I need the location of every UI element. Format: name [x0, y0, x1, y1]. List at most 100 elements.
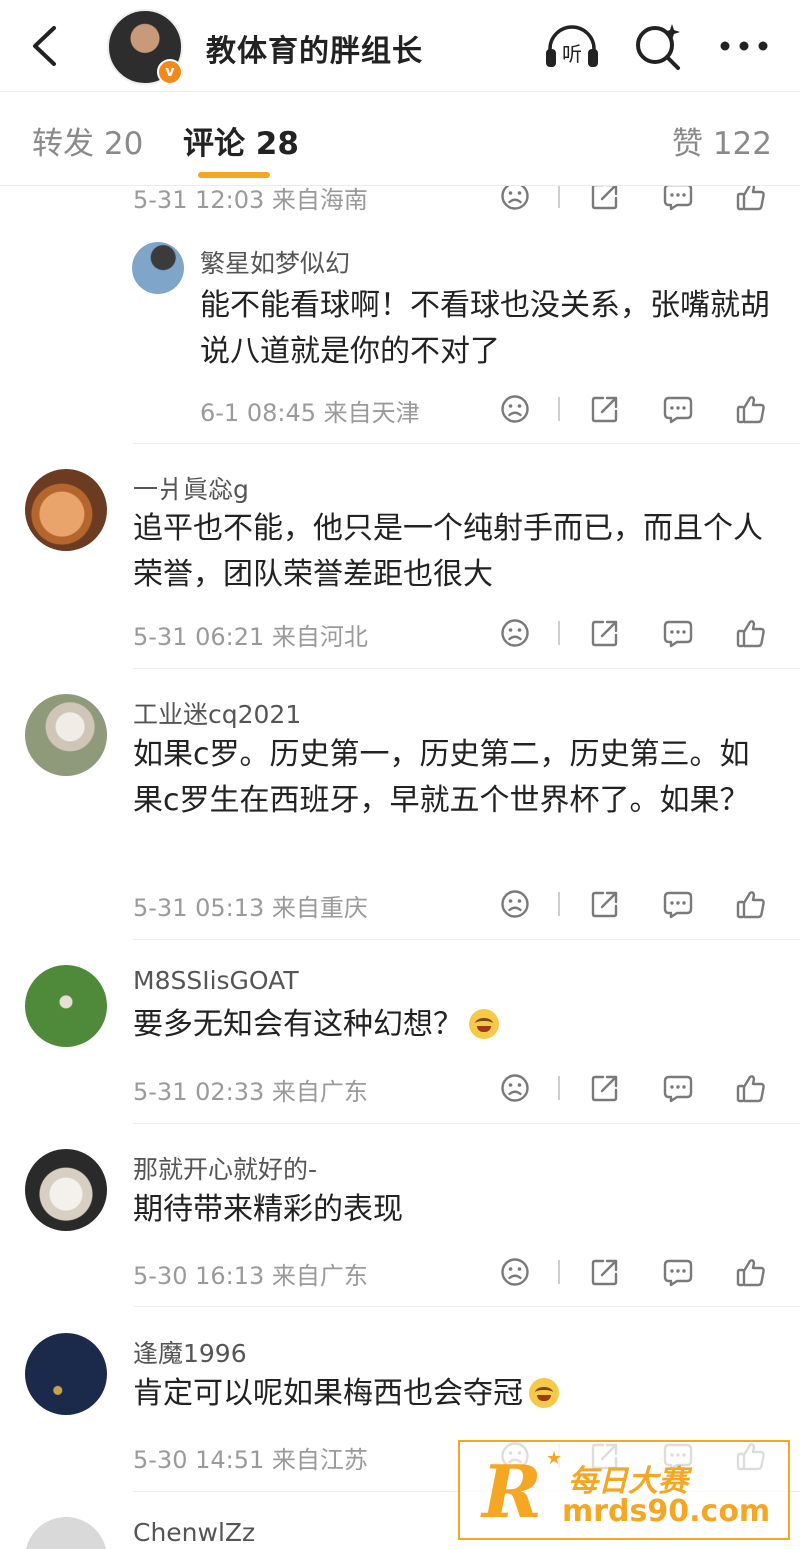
commenter-username[interactable]: 那就开心就好的- [133, 1150, 317, 1186]
dislike-icon [501, 1258, 529, 1286]
action-separator [549, 186, 569, 216]
reply-button[interactable] [658, 389, 698, 429]
reply-button[interactable] [658, 613, 698, 653]
comment-divider [133, 443, 800, 444]
dislike-button[interactable] [495, 1068, 535, 1108]
comment-meta: 5-31 05:13 来自重庆 [133, 894, 368, 922]
reply-button[interactable] [658, 1252, 698, 1292]
comment-icon [663, 1259, 693, 1287]
like-icon [736, 396, 765, 424]
share-icon [591, 891, 618, 918]
back-button[interactable] [22, 20, 66, 72]
more-icon [720, 41, 768, 51]
comment-text-content: 要多无知会有这种幻想？ [133, 1007, 463, 1042]
reply-button[interactable] [658, 186, 698, 216]
repost-button[interactable] [585, 186, 625, 216]
comment-meta-row: 5-30 16:13 来自广东 [133, 1252, 800, 1292]
comment-divider [133, 1123, 800, 1124]
tab-reposts[interactable]: 转发 20 [32, 118, 143, 163]
comment-icon [663, 1075, 693, 1103]
comment-meta-row: 5-31 12:03 来自海南 [133, 186, 800, 216]
like-button[interactable] [731, 1068, 771, 1108]
commenter-avatar[interactable] [25, 694, 107, 776]
like-icon [736, 620, 765, 648]
commenter-avatar[interactable] [25, 965, 107, 1047]
dislike-icon [501, 1074, 529, 1102]
watermark-logo: R ★ 每日大赛 mrds90.com [458, 1440, 790, 1540]
comment-divider [133, 939, 800, 940]
author-avatar[interactable]: v [107, 9, 183, 85]
action-separator [549, 613, 569, 653]
active-tab-indicator [198, 172, 270, 178]
commenter-username[interactable]: 一爿眞惢g [133, 470, 249, 506]
repost-button[interactable] [585, 389, 625, 429]
verified-badge: v [157, 59, 183, 85]
reply-button[interactable] [658, 1068, 698, 1108]
comment-text: 肯定可以呢如果梅西也会夺冠 [133, 1371, 778, 1417]
dislike-button[interactable] [495, 186, 535, 216]
reply-username[interactable]: 繁星如梦似幻 [200, 244, 350, 280]
repost-button[interactable] [585, 1252, 625, 1292]
like-button[interactable] [731, 613, 771, 653]
like-icon [736, 186, 765, 211]
comment-meta: 5-31 06:21 来自河北 [133, 623, 368, 651]
like-icon [736, 891, 765, 919]
comment-meta-row: 5-31 05:13 来自重庆 [133, 884, 800, 924]
comment-meta-row: 5-31 02:33 来自广东 [133, 1068, 800, 1108]
more-button[interactable] [714, 16, 774, 76]
comment-divider [133, 668, 800, 669]
laugh-cry-emoji-icon [529, 1378, 559, 1408]
comment-meta: 5-30 14:51 来自江苏 [133, 1446, 368, 1474]
commenter-username[interactable]: 逢魔1996 [133, 1334, 247, 1370]
reply-meta-row: 6-1 08:45 来自天津 [200, 389, 800, 429]
author-name[interactable]: 教体育的胖组长 [206, 26, 423, 70]
top-navigation-bar: v 教体育的胖组长 听 [0, 0, 800, 92]
repost-button[interactable] [585, 613, 625, 653]
back-icon [33, 26, 56, 66]
dislike-button[interactable] [495, 884, 535, 924]
listen-label: 听 [562, 42, 582, 66]
tab-comments[interactable]: 评论 28 [183, 118, 299, 163]
dislike-button[interactable] [495, 1252, 535, 1292]
reply-avatar[interactable] [132, 242, 184, 294]
repost-button[interactable] [585, 1068, 625, 1108]
search-button[interactable] [628, 16, 688, 76]
like-icon [736, 1259, 765, 1287]
tab-likes[interactable]: 赞 122 [672, 118, 772, 163]
like-button[interactable] [731, 884, 771, 924]
share-icon [591, 1075, 618, 1102]
share-icon [591, 396, 618, 423]
comment-text: 要多无知会有这种幻想？ [133, 1002, 778, 1048]
dislike-button[interactable] [495, 389, 535, 429]
commenter-username[interactable]: 工业迷cq2021 [133, 695, 301, 731]
comment-list[interactable]: 5-31 12:03 来自海南 繁星如梦似幻 能不能看球啊！不看球也没关系，张嘴… [0, 186, 800, 1549]
commenter-avatar[interactable] [25, 469, 107, 551]
comment-meta: 5-31 02:33 来自广东 [133, 1078, 368, 1106]
comment-divider [133, 1306, 800, 1307]
reply-meta: 6-1 08:45 来自天津 [200, 399, 420, 427]
dislike-button[interactable] [495, 613, 535, 653]
comment-icon [663, 186, 693, 211]
like-button[interactable] [731, 389, 771, 429]
like-button[interactable] [731, 1252, 771, 1292]
repost-button[interactable] [585, 884, 625, 924]
listen-button[interactable]: 听 [542, 16, 602, 76]
commenter-username[interactable]: ChenwlZz [133, 1518, 255, 1547]
commenter-avatar[interactable] [25, 1149, 107, 1231]
dislike-icon [501, 890, 529, 918]
action-separator [549, 1068, 569, 1108]
share-icon [591, 1259, 618, 1286]
comment-icon [663, 620, 693, 648]
reply-button[interactable] [658, 884, 698, 924]
comment-text: 追平也不能，他只是一个纯射手而已，而且个人荣誉，团队荣誉差距也很大 [133, 511, 763, 592]
commenter-username[interactable]: M8SSIisGOAT [133, 966, 299, 995]
share-icon [591, 186, 618, 210]
share-icon [591, 620, 618, 647]
commenter-avatar[interactable] [25, 1517, 107, 1549]
comment-icon [663, 891, 693, 919]
comment-text: 期待带来精彩的表现 [133, 1192, 403, 1227]
like-button[interactable] [731, 186, 771, 216]
like-icon [736, 1075, 765, 1103]
commenter-avatar[interactable] [25, 1333, 107, 1415]
reply-text: 能不能看球啊！不看球也没关系，张嘴就胡说八道就是你的不对了 [200, 288, 770, 369]
